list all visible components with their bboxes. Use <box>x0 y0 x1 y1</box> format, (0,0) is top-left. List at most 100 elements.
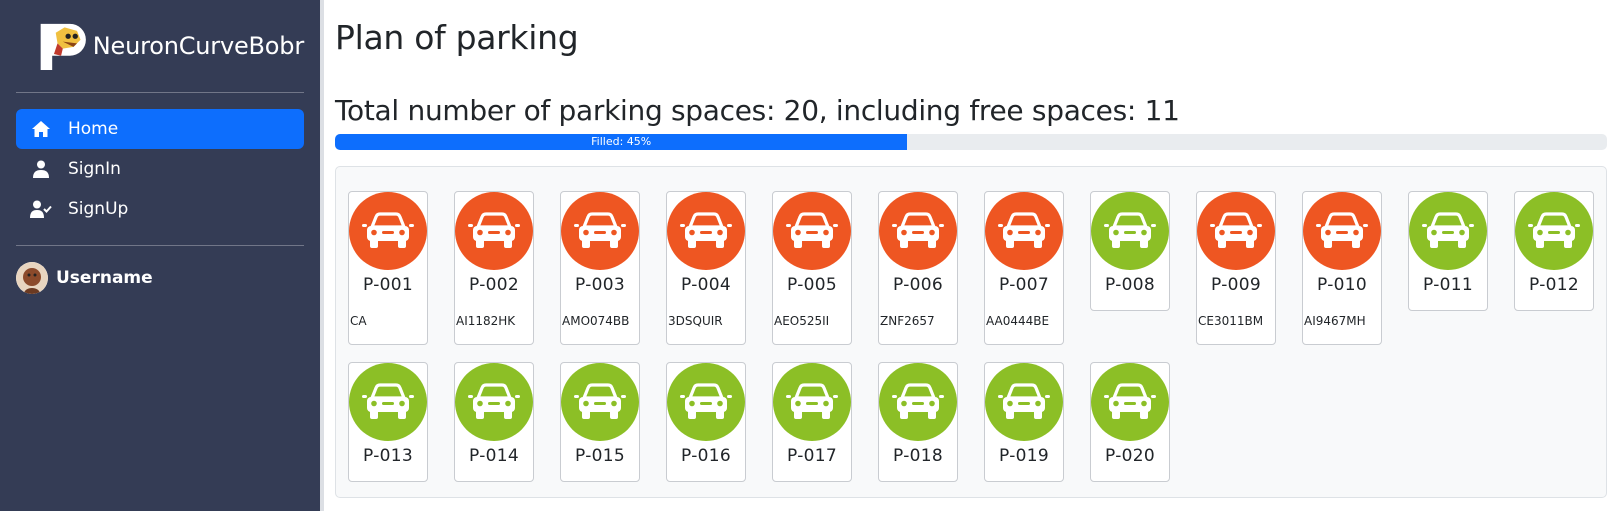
spot-id: P-001 <box>363 275 413 295</box>
parking-spot[interactable]: P-003 AMO074BB <box>560 191 640 345</box>
username: Username <box>56 268 153 288</box>
car-icon <box>468 212 520 248</box>
progress-bar: Filled: 45% <box>335 134 908 150</box>
sidebar-nav: Home SignIn SignUp <box>16 93 304 229</box>
free-car-icon <box>985 363 1063 441</box>
brand[interactable]: NeuronCurveBobr <box>16 0 304 92</box>
parking-spot[interactable]: P-014 <box>454 362 534 482</box>
free-car-icon <box>349 363 427 441</box>
parking-spot[interactable]: P-016 <box>666 362 746 482</box>
license-plate: ZNF2657 <box>880 314 935 328</box>
car-icon <box>1104 383 1156 419</box>
parking-spot[interactable]: P-019 <box>984 362 1064 482</box>
car-icon <box>892 383 944 419</box>
free-car-icon <box>561 363 639 441</box>
sidebar: NeuronCurveBobr Home SignIn SignUp Usern… <box>0 0 320 511</box>
occupied-car-icon <box>985 192 1063 270</box>
car-icon <box>362 212 414 248</box>
parking-spot[interactable]: P-011 <box>1408 191 1488 311</box>
nav-item-label: Home <box>68 119 119 139</box>
spot-id: P-008 <box>1105 275 1155 295</box>
brand-logo-icon <box>38 20 87 72</box>
spot-id: P-018 <box>893 446 943 466</box>
parking-spot[interactable]: P-001 CA <box>348 191 428 345</box>
occupied-car-icon <box>561 192 639 270</box>
nav-item-label: SignIn <box>68 159 121 179</box>
nav-item-signup[interactable]: SignUp <box>16 189 304 229</box>
license-plate: 3DSQUIR <box>668 314 723 328</box>
car-icon <box>892 212 944 248</box>
spot-id: P-011 <box>1423 275 1473 295</box>
parking-summary: Total number of parking spaces: 20, incl… <box>335 94 1180 127</box>
spot-id: P-010 <box>1317 275 1367 295</box>
car-icon <box>468 383 520 419</box>
avatar <box>16 262 48 294</box>
parking-spot[interactable]: P-012 <box>1514 191 1594 311</box>
car-icon <box>574 212 626 248</box>
free-car-icon <box>773 363 851 441</box>
occupied-car-icon <box>667 192 745 270</box>
parking-spot[interactable]: P-005 AEO525II <box>772 191 852 345</box>
free-car-icon <box>667 363 745 441</box>
nav-item-home[interactable]: Home <box>16 109 304 149</box>
parking-spot[interactable]: P-002 AI1182HK <box>454 191 534 345</box>
home-icon <box>30 119 52 139</box>
car-icon <box>786 212 838 248</box>
spot-id: P-015 <box>575 446 625 466</box>
occupied-car-icon <box>1303 192 1381 270</box>
occupied-car-icon <box>1197 192 1275 270</box>
parking-lot-grid: P-001 CA P-002 AI1182HK P-003 AMO074BB P-004 3D… <box>335 166 1607 498</box>
car-icon <box>680 383 732 419</box>
car-icon <box>1210 212 1262 248</box>
parking-spot[interactable]: P-017 <box>772 362 852 482</box>
parking-spot[interactable]: P-020 <box>1090 362 1170 482</box>
spot-id: P-016 <box>681 446 731 466</box>
spot-id: P-003 <box>575 275 625 295</box>
user-icon <box>30 159 52 179</box>
occupied-car-icon <box>879 192 957 270</box>
car-icon <box>1316 212 1368 248</box>
spot-id: P-004 <box>681 275 731 295</box>
nav-item-label: SignUp <box>68 199 129 219</box>
parking-spot[interactable]: P-010 AI9467MH <box>1302 191 1382 345</box>
license-plate: AI9467MH <box>1304 314 1366 328</box>
spot-id: P-020 <box>1105 446 1155 466</box>
free-car-icon <box>455 363 533 441</box>
main-content: Plan of parking Total number of parking … <box>335 0 1607 498</box>
parking-spot[interactable]: P-018 <box>878 362 958 482</box>
occupied-car-icon <box>455 192 533 270</box>
occupancy-progress: Filled: 45% <box>335 134 1607 150</box>
spot-id: P-014 <box>469 446 519 466</box>
free-car-icon <box>1091 192 1169 270</box>
parking-spot[interactable]: P-006 ZNF2657 <box>878 191 958 345</box>
car-icon <box>998 383 1050 419</box>
spot-id: P-005 <box>787 275 837 295</box>
car-icon <box>574 383 626 419</box>
spot-id: P-019 <box>999 446 1049 466</box>
car-icon <box>786 383 838 419</box>
nav-item-signin[interactable]: SignIn <box>16 149 304 189</box>
parking-spot[interactable]: P-007 AA0444BE <box>984 191 1064 345</box>
parking-spot[interactable]: P-004 3DSQUIR <box>666 191 746 345</box>
license-plate: AA0444BE <box>986 314 1050 328</box>
user-menu[interactable]: Username <box>16 246 304 294</box>
user-check-icon <box>30 199 52 219</box>
free-car-icon <box>879 363 957 441</box>
parking-spot[interactable]: P-015 <box>560 362 640 482</box>
parking-spot[interactable]: P-009 CE3011BM <box>1196 191 1276 345</box>
parking-spot[interactable]: P-008 <box>1090 191 1170 311</box>
car-icon <box>362 383 414 419</box>
car-icon <box>1528 212 1580 248</box>
parking-spot[interactable]: P-013 <box>348 362 428 482</box>
free-car-icon <box>1515 192 1593 270</box>
spot-id: P-002 <box>469 275 519 295</box>
spot-id: P-013 <box>363 446 413 466</box>
license-plate: CA <box>350 314 367 328</box>
car-icon <box>1104 212 1156 248</box>
car-icon <box>1422 212 1474 248</box>
page-title: Plan of parking <box>335 18 579 57</box>
sidebar-border <box>320 0 324 511</box>
free-car-icon <box>1409 192 1487 270</box>
car-icon <box>680 212 732 248</box>
license-plate: AMO074BB <box>562 314 630 328</box>
